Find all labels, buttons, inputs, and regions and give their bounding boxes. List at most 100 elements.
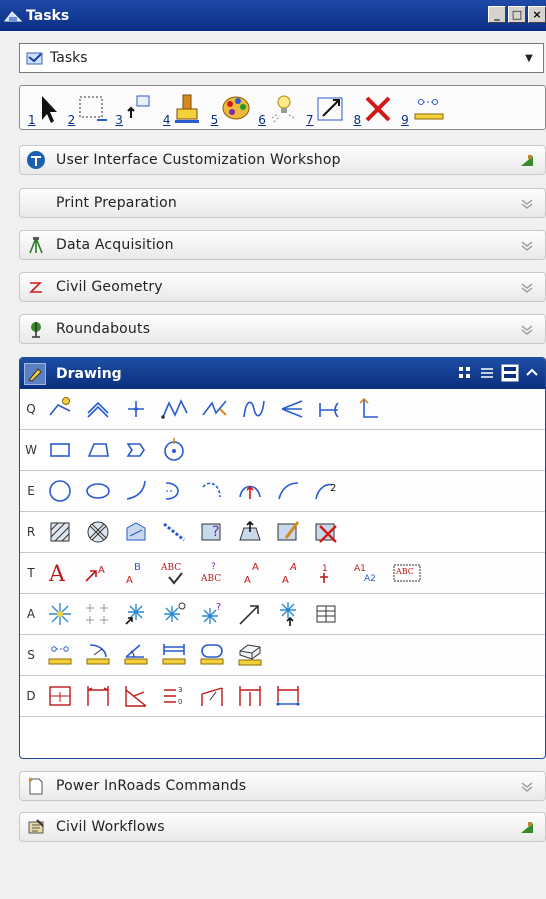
chevron-down-icon[interactable]	[519, 778, 535, 794]
dimension-size-icon[interactable]	[236, 682, 264, 710]
pattern-area-icon[interactable]	[122, 518, 150, 546]
match-text-attributes-icon[interactable]: AA	[240, 559, 268, 587]
half-ellipse-icon[interactable]	[160, 477, 188, 505]
increment-text-icon[interactable]: 1	[316, 559, 342, 587]
section-power-inroads-commands[interactable]: Power InRoads Commands	[19, 771, 546, 801]
close-button[interactable]: ×	[528, 6, 546, 23]
section-roundabouts[interactable]: Roundabouts	[19, 314, 546, 344]
identify-cell-icon[interactable]: ?	[198, 600, 226, 628]
arc-tangent-icon[interactable]	[274, 477, 302, 505]
measure-length-icon[interactable]	[160, 641, 188, 669]
smart-line-icon[interactable]	[46, 395, 74, 423]
measure-radius-icon[interactable]	[84, 641, 112, 669]
tool-2-button[interactable]: 2	[68, 90, 110, 126]
chevron-down-icon[interactable]	[519, 195, 535, 211]
collapse-icon[interactable]	[525, 366, 539, 380]
section-ui-customization-workshop[interactable]: User Interface Customization Workshop	[19, 145, 546, 175]
linear-pattern-icon[interactable]	[160, 518, 188, 546]
place-line-icon[interactable]	[84, 395, 112, 423]
cell-matrix-icon[interactable]	[84, 600, 112, 628]
dimension-element-icon[interactable]	[46, 682, 74, 710]
modify-arc-icon[interactable]	[236, 477, 264, 505]
measure-volume-icon[interactable]	[236, 641, 264, 669]
pin-icon[interactable]	[519, 819, 535, 835]
delete-pattern-icon[interactable]	[312, 518, 340, 546]
row-key: T	[27, 566, 35, 580]
text-note-icon[interactable]: A	[82, 559, 112, 587]
dimension-radial-icon[interactable]	[198, 682, 226, 710]
tool-1-button[interactable]: 1	[28, 90, 62, 126]
show-pattern-icon[interactable]: ?	[198, 518, 226, 546]
tool-4-button[interactable]: 4	[163, 90, 205, 126]
tool-7-button[interactable]: 7	[306, 90, 348, 126]
quarter-ellipse-icon[interactable]	[198, 477, 226, 505]
measure-angle-icon[interactable]	[122, 641, 150, 669]
place-cell-icon[interactable]	[46, 600, 74, 628]
arc-icon[interactable]	[122, 477, 150, 505]
ellipse-icon[interactable]	[84, 477, 112, 505]
perpendicular-icon[interactable]	[354, 395, 382, 423]
list-view-icon[interactable]	[479, 365, 495, 381]
edit-text-icon[interactable]: BA	[122, 559, 150, 587]
polygon-icon[interactable]	[84, 436, 112, 464]
hatch-icon[interactable]	[46, 518, 74, 546]
window-title: Tasks	[26, 7, 70, 24]
change-pattern-icon[interactable]	[274, 518, 302, 546]
crosshatch-icon[interactable]	[84, 518, 112, 546]
tool-5-button[interactable]: 5	[211, 90, 253, 126]
rectangle-icon[interactable]	[46, 436, 74, 464]
workflow-icon	[26, 817, 46, 837]
circle-icon[interactable]	[46, 477, 74, 505]
select-cell-origin-icon[interactable]	[160, 600, 188, 628]
delete-icon	[365, 96, 391, 121]
curve-icon[interactable]	[240, 395, 268, 423]
drawing-header[interactable]: Drawing	[20, 358, 545, 389]
detail-view-icon[interactable]	[501, 364, 519, 382]
circle-point-icon[interactable]	[160, 436, 188, 464]
change-text-attributes-icon[interactable]: AA	[278, 559, 306, 587]
fan-icon[interactable]	[278, 395, 306, 423]
place-active-line-terminator-icon[interactable]	[236, 600, 264, 628]
chevron-down-icon[interactable]	[519, 279, 535, 295]
enter-data-field-icon[interactable]: A1A2	[352, 559, 382, 587]
tool-row-d: D 30	[20, 676, 545, 717]
tool-3-button[interactable]: 3	[115, 90, 157, 126]
point-icon[interactable]	[122, 395, 150, 423]
construct-line-icon[interactable]	[316, 395, 344, 423]
arc-modify-2-icon[interactable]: 2	[312, 477, 340, 505]
dropdown-arrow-icon[interactable]: ▼	[519, 44, 539, 72]
pin-icon[interactable]	[519, 152, 535, 168]
dimension-update-icon[interactable]	[274, 682, 302, 710]
match-pattern-icon[interactable]	[236, 518, 264, 546]
text-field-icon[interactable]: ABC	[392, 559, 422, 587]
section-civil-geometry[interactable]: Civil Geometry	[19, 272, 546, 302]
select-library-cell-icon[interactable]	[274, 600, 302, 628]
multi-line-icon[interactable]	[200, 395, 230, 423]
minimize-button[interactable]: _	[488, 6, 506, 23]
section-civil-workflows[interactable]: Civil Workflows	[19, 812, 546, 842]
chevron-down-icon[interactable]	[519, 237, 535, 253]
tool-8-button[interactable]: 8	[353, 90, 395, 126]
place-text-icon[interactable]: A	[46, 559, 72, 587]
task-selector-combo[interactable]: Tasks ▼	[19, 43, 544, 73]
maximize-button[interactable]: □	[508, 6, 526, 23]
dimension-angle-icon[interactable]	[122, 682, 150, 710]
place-smartline-icon[interactable]	[160, 395, 190, 423]
icon-view-icon[interactable]	[457, 365, 473, 381]
table-icon[interactable]	[312, 600, 340, 628]
replace-cell-icon[interactable]	[122, 600, 150, 628]
measure-distance-icon[interactable]	[46, 641, 74, 669]
display-text-attributes-icon[interactable]: ? ABC	[200, 559, 230, 587]
svg-text:A: A	[98, 565, 105, 576]
measure-area-icon[interactable]	[198, 641, 226, 669]
tool-6-button[interactable]: 6	[258, 90, 300, 126]
spell-check-icon[interactable]: ABC	[160, 559, 190, 587]
dimension-ordinate-icon[interactable]: 30	[160, 682, 188, 710]
chevron-down-icon[interactable]	[519, 321, 535, 337]
shape-icon[interactable]	[122, 436, 150, 464]
tool-9-button[interactable]: 9	[401, 90, 447, 126]
section-data-acquisition[interactable]: Data Acquisition	[19, 230, 546, 260]
section-print-preparation[interactable]: Print Preparation	[19, 188, 546, 218]
window-title-bar[interactable]: Tasks _ □ ×	[0, 0, 546, 31]
dimension-linear-icon[interactable]	[84, 682, 112, 710]
